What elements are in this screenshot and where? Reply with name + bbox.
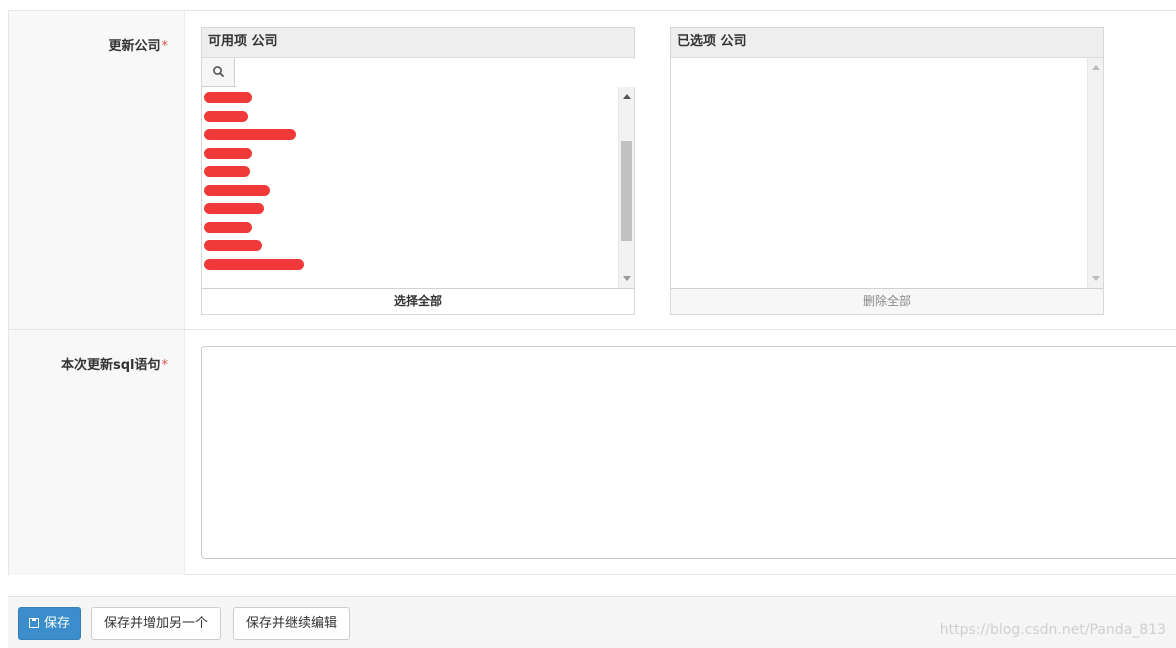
companies-label-cell: 更新公司* <box>9 11 185 329</box>
available-company-option[interactable] <box>202 145 634 164</box>
available-company-option[interactable] <box>202 89 634 108</box>
available-filter-input[interactable] <box>236 59 636 87</box>
change-form: 更新公司* 可用项 公司 选择全部 已选项 公司 删除全部 本次更新sql语句* <box>8 10 1176 575</box>
redaction-mark <box>204 240 262 251</box>
sql-textarea[interactable] <box>201 346 1176 559</box>
available-company-option[interactable] <box>202 182 634 201</box>
scroll-up-icon[interactable] <box>623 94 631 99</box>
available-company-option[interactable] <box>202 126 634 145</box>
redaction-mark <box>204 221 252 233</box>
save-button-label: 保存 <box>44 616 71 631</box>
scroll-down-icon[interactable] <box>623 276 631 281</box>
watermark: https://blog.csdn.net/Panda_813 <box>939 622 1166 638</box>
chosen-companies-list[interactable] <box>671 58 1103 289</box>
filter-row <box>202 58 636 87</box>
redaction-mark <box>204 258 304 270</box>
remove-all-button[interactable]: 删除全部 <box>671 289 1103 314</box>
choose-all-button[interactable]: 选择全部 <box>202 289 634 314</box>
save-button[interactable]: 保存 <box>18 607 82 640</box>
scroll-down-icon[interactable] <box>1092 276 1100 281</box>
scroll-thumb[interactable] <box>621 141 632 242</box>
redaction-mark <box>204 203 264 214</box>
available-company-option[interactable] <box>202 219 634 238</box>
chosen-list-scrollbar[interactable] <box>1087 58 1103 288</box>
search-icon <box>202 58 235 86</box>
available-company-option[interactable] <box>202 163 634 182</box>
floppy-disk-icon <box>29 618 39 628</box>
sql-label-text: 本次更新sql语句 <box>61 358 161 373</box>
redaction-mark <box>204 147 252 159</box>
redaction-mark <box>204 110 248 122</box>
submit-row: 保存 保存并增加另一个 保存并继续编辑 https://blog.csdn.ne… <box>8 596 1176 648</box>
redaction-mark <box>204 92 252 103</box>
available-title: 可用项 公司 <box>202 28 634 58</box>
companies-row: 更新公司* 可用项 公司 选择全部 已选项 公司 删除全部 <box>9 11 1176 330</box>
companies-label-text: 更新公司 <box>108 39 161 54</box>
scroll-up-icon[interactable] <box>1092 65 1100 70</box>
available-company-option[interactable] <box>202 237 634 256</box>
required-mark: * <box>161 39 169 54</box>
chosen-title: 已选项 公司 <box>671 28 1103 58</box>
available-list-scrollbar[interactable] <box>618 87 634 288</box>
save-and-continue-button[interactable]: 保存并继续编辑 <box>233 607 351 640</box>
available-company-option[interactable] <box>202 200 634 219</box>
save-and-add-another-button[interactable]: 保存并增加另一个 <box>91 607 222 640</box>
available-companies-list[interactable] <box>202 87 634 289</box>
chosen-companies-box: 已选项 公司 删除全部 <box>670 27 1104 315</box>
companies-label: 更新公司* <box>108 35 168 54</box>
sql-row: 本次更新sql语句* <box>9 330 1176 575</box>
sql-label: 本次更新sql语句* <box>61 354 168 373</box>
available-companies-box: 可用项 公司 选择全部 <box>201 27 636 315</box>
available-company-option[interactable] <box>202 256 634 275</box>
sql-label-cell: 本次更新sql语句* <box>9 330 185 575</box>
redaction-mark <box>204 166 250 177</box>
required-mark: * <box>161 358 169 373</box>
redaction-mark <box>204 129 296 140</box>
available-company-option[interactable] <box>202 108 634 127</box>
redaction-mark <box>204 184 270 196</box>
